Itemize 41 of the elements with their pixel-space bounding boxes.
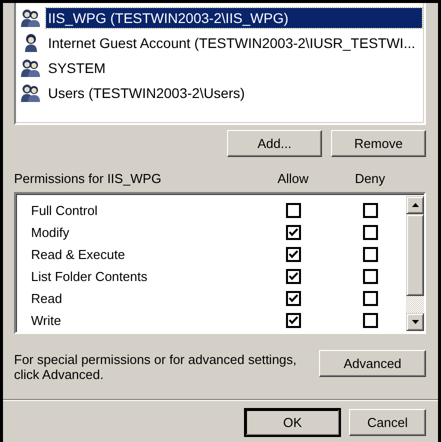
up-arrow-icon bbox=[412, 203, 418, 207]
remove-button[interactable]: Remove bbox=[331, 130, 426, 157]
cancel-button[interactable]: Cancel bbox=[349, 409, 426, 436]
user-group-icon bbox=[20, 58, 42, 78]
permission-name: Read bbox=[30, 290, 62, 306]
column-header: Allow bbox=[277, 171, 309, 186]
permissions-label: Permissions for IIS_WPG bbox=[14, 171, 162, 186]
checkbox[interactable] bbox=[362, 268, 378, 284]
checkbox[interactable] bbox=[286, 268, 300, 284]
user-group-icon bbox=[20, 82, 42, 102]
list-item[interactable]: Internet Guest Account (TESTWIN2003-2\IUSR_TESTWI... bbox=[46, 32, 418, 52]
scroll-up-button[interactable] bbox=[406, 196, 424, 214]
advanced-button[interactable]: Advanced bbox=[319, 350, 426, 377]
checkbox[interactable] bbox=[286, 202, 300, 218]
list-item[interactable]: Users (TESTWIN2003-2\Users) bbox=[46, 82, 247, 102]
list-item[interactable]: IIS_WPG (TESTWIN2003-2\IIS_WPG) bbox=[46, 8, 422, 28]
scroll-down-button[interactable] bbox=[406, 313, 424, 331]
list-item[interactable]: SYSTEM bbox=[46, 58, 108, 78]
checkbox[interactable] bbox=[362, 290, 378, 306]
checkbox[interactable] bbox=[286, 224, 300, 240]
permission-name: Full Control bbox=[30, 202, 98, 218]
checkbox[interactable] bbox=[362, 202, 378, 218]
scrollbar[interactable] bbox=[406, 196, 424, 331]
checkbox[interactable] bbox=[362, 224, 378, 240]
checkbox[interactable] bbox=[362, 246, 378, 262]
scroll-thumb[interactable] bbox=[406, 214, 424, 296]
permission-name: Modify bbox=[30, 224, 70, 240]
checkbox[interactable] bbox=[286, 246, 300, 262]
checkbox[interactable] bbox=[286, 312, 300, 328]
permission-name: Read & Execute bbox=[30, 246, 125, 262]
checkbox[interactable] bbox=[362, 312, 378, 328]
column-header: Deny bbox=[354, 171, 386, 186]
user-group-icon bbox=[20, 8, 42, 28]
ok-button[interactable]: OK bbox=[245, 409, 340, 436]
permission-name: Write bbox=[30, 312, 62, 328]
checkbox[interactable] bbox=[286, 290, 300, 306]
down-arrow-icon bbox=[412, 320, 418, 324]
add-button[interactable]: Add... bbox=[227, 130, 322, 157]
permission-name: List Folder Contents bbox=[30, 268, 148, 284]
user-icon bbox=[22, 32, 40, 52]
advanced-note: For special permissions or for advanced settings, click Advanced. bbox=[14, 352, 298, 382]
